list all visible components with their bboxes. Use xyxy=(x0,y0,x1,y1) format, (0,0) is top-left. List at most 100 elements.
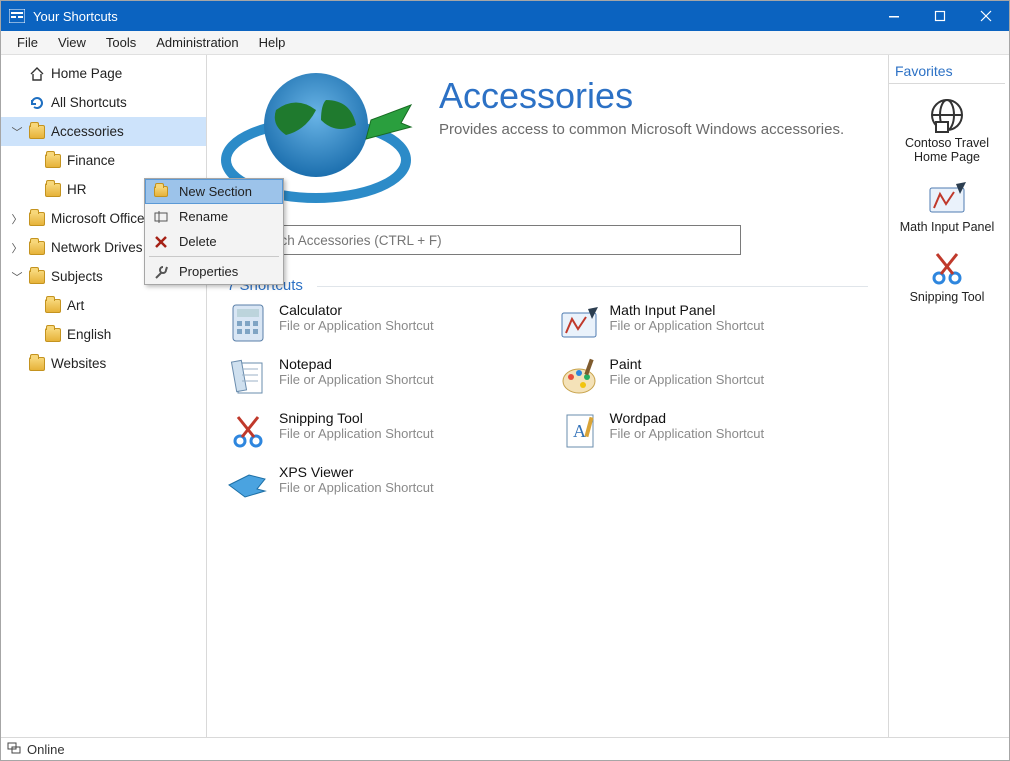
shortcut-math-input-panel[interactable]: Math Input PanelFile or Application Shor… xyxy=(558,302,869,344)
menu-help[interactable]: Help xyxy=(249,31,296,54)
paint-icon xyxy=(558,356,600,398)
sidebar-item-label: HR xyxy=(67,182,87,197)
favorite-label: Contoso Travel Home Page xyxy=(893,136,1001,164)
shortcut-subtitle: File or Application Shortcut xyxy=(279,426,434,441)
home-icon xyxy=(29,66,45,82)
sidebar-item-english[interactable]: English xyxy=(1,320,206,349)
shortcut-title: Math Input Panel xyxy=(610,302,765,318)
chevron-down-icon[interactable]: ﹀ xyxy=(11,124,23,140)
close-button[interactable] xyxy=(963,1,1009,31)
xps-icon xyxy=(227,464,269,506)
page-title: Accessories xyxy=(439,75,844,117)
section-header: 7 Shortcuts xyxy=(227,277,868,294)
shortcut-title: Calculator xyxy=(279,302,434,318)
app-window: Your Shortcuts File View Tools Administr… xyxy=(0,0,1010,761)
sidebar-item-label: Finance xyxy=(67,153,115,168)
rename-icon xyxy=(153,209,169,225)
favorite-contoso-travel[interactable]: Contoso Travel Home Page xyxy=(889,94,1005,164)
shortcut-paint[interactable]: PaintFile or Application Shortcut xyxy=(558,356,869,398)
statusbar: Online xyxy=(1,737,1009,760)
app-icon xyxy=(9,9,25,23)
maximize-button[interactable] xyxy=(917,1,963,31)
notepad-icon xyxy=(227,356,269,398)
ctx-properties[interactable]: Properties xyxy=(145,259,283,284)
favorite-label: Math Input Panel xyxy=(893,220,1001,234)
snip-icon xyxy=(893,248,1001,290)
context-menu: New Section Rename Delete Properties xyxy=(144,178,284,285)
shortcut-subtitle: File or Application Shortcut xyxy=(279,372,434,387)
window-title: Your Shortcuts xyxy=(33,9,118,24)
ctx-label: Delete xyxy=(179,234,217,249)
calculator-icon xyxy=(227,302,269,344)
shortcut-subtitle: File or Application Shortcut xyxy=(279,480,434,495)
shortcut-title: Wordpad xyxy=(610,410,765,426)
page-subtitle: Provides access to common Microsoft Wind… xyxy=(439,121,844,138)
shortcut-calculator[interactable]: CalculatorFile or Application Shortcut xyxy=(227,302,538,344)
shortcut-subtitle: File or Application Shortcut xyxy=(610,318,765,333)
sidebar-item-finance[interactable]: Finance xyxy=(1,146,206,175)
math-icon xyxy=(893,178,1001,220)
menu-administration[interactable]: Administration xyxy=(146,31,248,54)
folder-icon xyxy=(29,357,45,371)
folder-icon xyxy=(45,154,61,168)
ctx-rename[interactable]: Rename xyxy=(145,204,283,229)
folder-icon xyxy=(29,241,45,255)
ctx-separator xyxy=(149,256,279,257)
sidebar-item-label: Accessories xyxy=(51,124,124,139)
sidebar-item-label: Subjects xyxy=(51,269,103,284)
wrench-icon xyxy=(153,264,169,280)
shortcut-xps-viewer[interactable]: XPS ViewerFile or Application Shortcut xyxy=(227,464,538,506)
sidebar-item-label: Art xyxy=(67,298,84,313)
favorites-panel: Favorites Contoso Travel Home Page Math … xyxy=(889,55,1009,737)
shortcut-subtitle: File or Application Shortcut xyxy=(610,426,765,441)
minimize-button[interactable] xyxy=(871,1,917,31)
shortcut-wordpad[interactable]: A WordpadFile or Application Shortcut xyxy=(558,410,869,452)
favorite-math-input-panel[interactable]: Math Input Panel xyxy=(889,178,1005,234)
ctx-label: Rename xyxy=(179,209,228,224)
menu-view[interactable]: View xyxy=(48,31,96,54)
folder-icon xyxy=(29,270,45,284)
folder-icon xyxy=(45,299,61,313)
sidebar-item-label: Websites xyxy=(51,356,106,371)
shortcut-snipping-tool[interactable]: Snipping ToolFile or Application Shortcu… xyxy=(227,410,538,452)
search-input[interactable] xyxy=(221,225,741,255)
status-text: Online xyxy=(27,742,65,757)
shortcut-grid: CalculatorFile or Application Shortcut M… xyxy=(221,302,868,506)
ctx-label: New Section xyxy=(179,184,252,199)
favorites-header: Favorites xyxy=(889,63,1005,84)
shortcut-subtitle: File or Application Shortcut xyxy=(279,318,434,333)
sidebar-item-art[interactable]: Art xyxy=(1,291,206,320)
shortcut-subtitle: File or Application Shortcut xyxy=(610,372,765,387)
chevron-right-icon[interactable]: 〉 xyxy=(11,211,23,227)
sidebar-item-websites[interactable]: ▸ Websites xyxy=(1,349,206,378)
menu-file[interactable]: File xyxy=(7,31,48,54)
globe-icon xyxy=(893,94,1001,136)
shortcut-notepad[interactable]: NotepadFile or Application Shortcut xyxy=(227,356,538,398)
sidebar-item-label: English xyxy=(67,327,111,342)
sidebar-item-label: Microsoft Office xyxy=(51,211,145,226)
menu-tools[interactable]: Tools xyxy=(96,31,146,54)
chevron-down-icon[interactable]: ﹀ xyxy=(11,269,23,285)
shortcut-title: Snipping Tool xyxy=(279,410,434,426)
content-pane: Accessories Provides access to common Mi… xyxy=(207,55,889,737)
ctx-new-section[interactable]: New Section xyxy=(145,179,283,204)
favorite-label: Snipping Tool xyxy=(893,290,1001,304)
sidebar-item-label: All Shortcuts xyxy=(51,95,127,110)
sidebar-item-accessories[interactable]: ﹀ Accessories xyxy=(1,117,206,146)
status-icon xyxy=(7,741,21,758)
sidebar-item-label: Home Page xyxy=(51,66,122,81)
refresh-icon xyxy=(29,95,45,111)
sidebar: ▸ Home Page ▸ All Shortcuts ﹀ Accessorie… xyxy=(1,55,207,737)
ctx-delete[interactable]: Delete xyxy=(145,229,283,254)
favorite-snipping-tool[interactable]: Snipping Tool xyxy=(889,248,1005,304)
math-icon xyxy=(558,302,600,344)
svg-text:A: A xyxy=(573,421,586,441)
snip-icon xyxy=(227,410,269,452)
wordpad-icon: A xyxy=(558,410,600,452)
new-folder-icon xyxy=(153,184,169,200)
sidebar-item-home-page[interactable]: ▸ Home Page xyxy=(1,59,206,88)
chevron-right-icon[interactable]: 〉 xyxy=(11,240,23,256)
shortcut-title: XPS Viewer xyxy=(279,464,434,480)
sidebar-item-all-shortcuts[interactable]: ▸ All Shortcuts xyxy=(1,88,206,117)
folder-icon xyxy=(45,328,61,342)
